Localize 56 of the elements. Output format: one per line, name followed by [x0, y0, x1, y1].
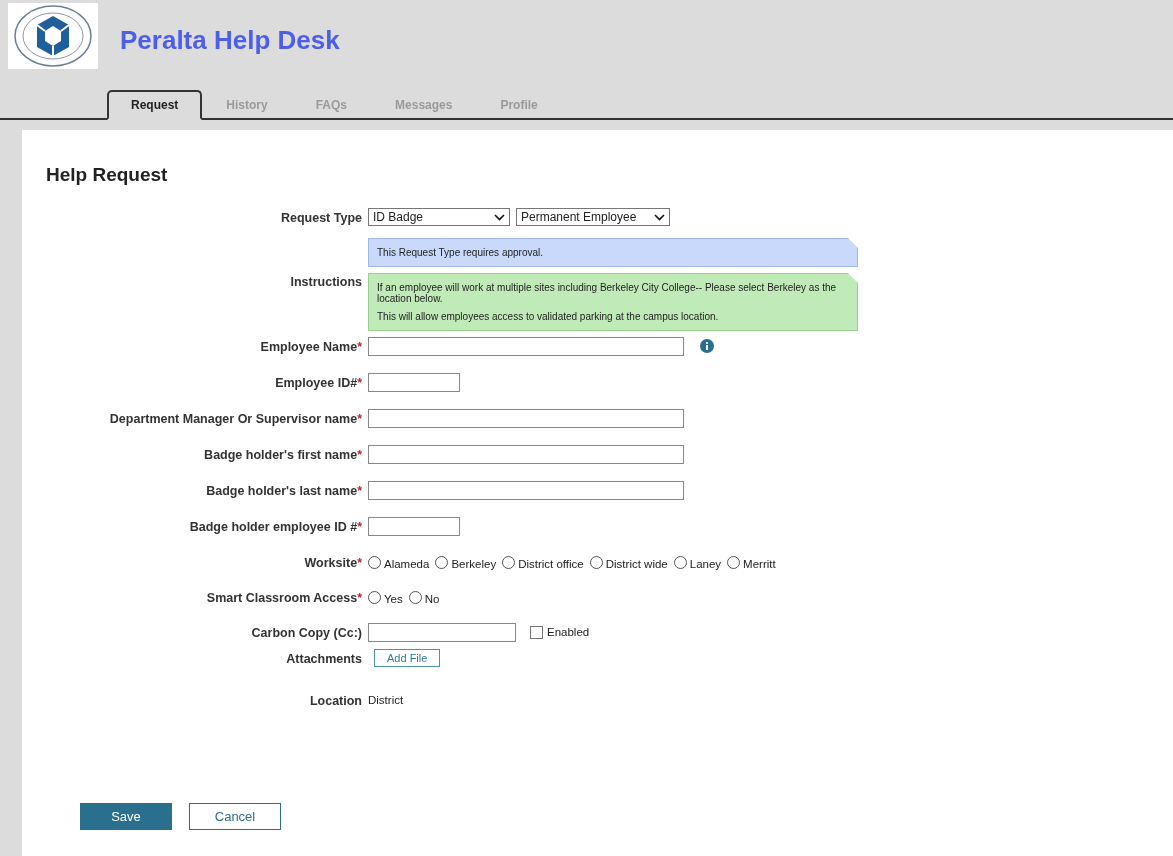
checkbox-label: Enabled [547, 626, 590, 638]
radio-button[interactable] [589, 555, 603, 569]
field-label: Employee ID#* [275, 376, 362, 390]
field-label: Smart Classroom Access* [206, 591, 362, 605]
folded-corner-icon [848, 273, 858, 283]
radio-label: Laney [689, 557, 722, 570]
text-field[interactable] [368, 336, 684, 356]
add-file-button[interactable]: Add File [374, 649, 441, 667]
text-field[interactable] [368, 444, 684, 464]
radio-button[interactable] [435, 555, 449, 569]
radio-label: Yes [384, 592, 403, 605]
radio-button[interactable] [408, 590, 422, 604]
chevron-down-icon [654, 213, 665, 221]
text-field[interactable] [368, 622, 516, 642]
field-label: Carbon Copy (Cc:) [251, 626, 362, 640]
radio-label: District office [518, 557, 584, 570]
field-label: Attachments [286, 652, 362, 666]
radio-label: Berkeley [451, 557, 497, 570]
info-icon[interactable] [700, 339, 714, 353]
radio-button[interactable] [368, 555, 381, 569]
field-label: Department Manager Or Supervisor name* [109, 412, 362, 426]
radio-label: No [424, 592, 440, 605]
field-label: Badge holder employee ID #* [189, 520, 362, 534]
text-field[interactable] [368, 516, 460, 536]
text-field[interactable] [368, 408, 684, 428]
note-text: This Request Type requires approval. [377, 247, 544, 258]
chevron-down-icon [494, 213, 505, 221]
field-label: Badge holder's first name* [204, 448, 362, 462]
field-label: Instructions [290, 275, 362, 289]
field-label: Request Type [280, 211, 362, 225]
cancel-button[interactable]: Cancel [189, 803, 281, 830]
text-field[interactable] [368, 480, 684, 500]
folded-corner-icon [848, 238, 858, 248]
checkbox[interactable] [530, 625, 543, 639]
radio-button[interactable] [727, 555, 741, 569]
radio-label: Alameda [384, 557, 430, 570]
field-label: Employee Name* [260, 340, 362, 354]
radio-button[interactable] [368, 590, 381, 604]
radio-label: Merritt [743, 557, 776, 570]
dropdown[interactable]: Permanent Employee [516, 208, 670, 226]
save-button[interactable]: Save [80, 803, 172, 830]
text-field[interactable] [368, 372, 460, 392]
note-text: This will allow employees access to validated parking at the campus location. [377, 311, 720, 322]
field-value: District [368, 694, 405, 706]
field-label: Badge holder's last name* [206, 484, 362, 498]
form-title: Help Request [46, 164, 169, 186]
college-seal-icon [11, 4, 95, 68]
field-label: Location [309, 694, 362, 708]
field-label: Worksite* [304, 556, 362, 570]
radio-label: District wide [605, 557, 668, 570]
radio-button[interactable] [502, 555, 516, 569]
radio-button[interactable] [673, 555, 687, 569]
note-text: If an employee will work at multiple sites including Berkeley City College-- Please select Berkeley as the location below. [377, 282, 838, 304]
nav-tab[interactable]: Request [107, 90, 203, 120]
dropdown[interactable]: ID Badge [368, 208, 510, 226]
app-title: Peralta Help Desk [120, 24, 340, 56]
